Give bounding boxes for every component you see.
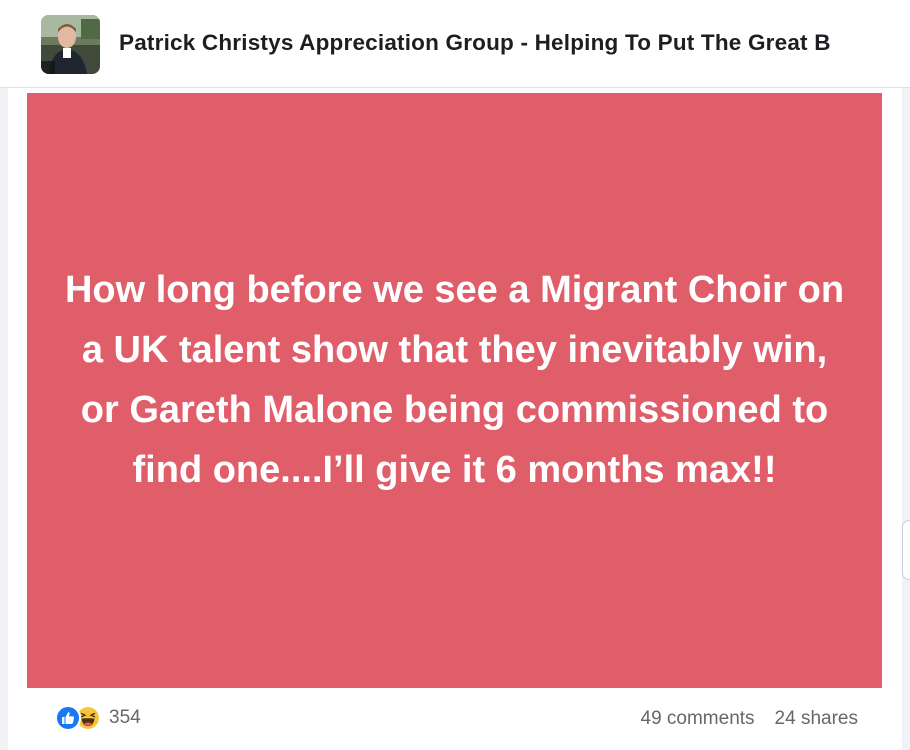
post-footer: 354 49 comments 24 shares xyxy=(27,688,882,750)
post-text: How long before we see a Migrant Choir o… xyxy=(64,268,845,491)
reaction-count: 354 xyxy=(109,707,141,728)
like-icon xyxy=(55,705,81,731)
group-avatar[interactable] xyxy=(41,15,100,74)
post-background: How long before we see a Migrant Choir o… xyxy=(27,93,882,688)
reaction-summary[interactable]: 354 xyxy=(55,705,141,731)
group-title[interactable]: Patrick Christys Appreciation Group - He… xyxy=(119,30,831,56)
group-header: Patrick Christys Appreciation Group - He… xyxy=(0,0,910,88)
avatar-photo-icon xyxy=(41,15,100,74)
facebook-group-post: Patrick Christys Appreciation Group - He… xyxy=(0,0,910,750)
engagement-counts: 49 comments 24 shares xyxy=(641,708,859,730)
comments-count[interactable]: 49 comments xyxy=(641,708,755,730)
scroll-handle[interactable] xyxy=(902,520,910,580)
shares-count[interactable]: 24 shares xyxy=(775,708,858,730)
right-gutter xyxy=(902,88,910,750)
